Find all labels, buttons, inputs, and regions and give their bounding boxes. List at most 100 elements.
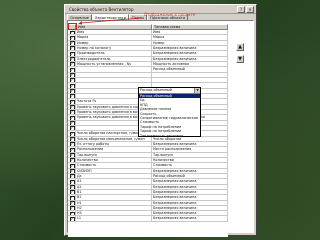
chevron-down-icon[interactable]: ▼ [194, 88, 200, 93]
row-type[interactable]: Расход объемный [152, 67, 228, 72]
row-name: L1 [76, 216, 152, 221]
row-name: Расположение [76, 147, 152, 152]
visibility-checkbox[interactable] [68, 131, 76, 136]
visibility-checkbox[interactable] [68, 56, 76, 61]
visibility-checkbox[interactable] [68, 125, 76, 131]
row-type[interactable]: Расход объемный [152, 173, 228, 179]
row-name: В1 [76, 189, 152, 195]
row-name: Мощность установленная , Nу [76, 61, 152, 67]
visibility-checkbox[interactable] [68, 168, 76, 173]
checkbox-checked-icon [69, 41, 75, 45]
row-name [76, 77, 152, 83]
visibility-checkbox[interactable] [68, 120, 76, 125]
window-title: Свойства объекта Вентилятор [69, 7, 134, 12]
visibility-checkbox[interactable] [68, 173, 76, 179]
checkbox-checked-icon [69, 206, 75, 211]
checkbox-checked-icon [69, 164, 75, 168]
dropdown-value: Расход объемный [140, 88, 172, 92]
visibility-checkbox[interactable] [68, 72, 76, 77]
checkbox-checked-icon [69, 73, 75, 77]
visibility-checkbox[interactable] [68, 35, 76, 40]
visibility-checkbox[interactable] [68, 184, 76, 189]
row-type[interactable]: Количество [152, 157, 228, 163]
visibility-checkbox[interactable] [68, 104, 76, 109]
row-type[interactable]: Место расположения [152, 147, 228, 152]
row-type[interactable]: Безразмерная величина [152, 189, 228, 195]
visibility-checkbox[interactable] [68, 45, 76, 51]
visibility-checkbox[interactable] [68, 40, 76, 45]
visibility-checkbox[interactable] [68, 157, 76, 163]
row-type[interactable]: Марка [152, 35, 228, 40]
visibility-checkbox[interactable] [68, 93, 76, 99]
row-type[interactable]: Стоимость [152, 163, 228, 168]
close-button[interactable]: × [246, 6, 254, 13]
row-type[interactable]: Безразмерная величина [152, 200, 228, 205]
visibility-checkbox[interactable] [68, 200, 76, 205]
checkbox-checked-icon [69, 36, 75, 40]
visibility-checkbox[interactable] [68, 51, 76, 56]
row-name [76, 67, 152, 72]
visibility-checkbox[interactable] [68, 109, 76, 115]
visibility-checkbox[interactable] [68, 136, 76, 141]
row-type[interactable]: Безразмерная величина [152, 195, 228, 200]
row-type[interactable]: Безразмерная величина [152, 51, 228, 56]
row-name: СИЗИЭП [76, 168, 152, 173]
checkbox-checked-icon [69, 180, 75, 184]
row-type[interactable] [152, 72, 228, 77]
checkbox-checked-icon [69, 190, 75, 195]
visibility-checkbox[interactable] [68, 216, 76, 221]
checkbox-checked-icon [69, 132, 75, 136]
checkbox-checked-icon [69, 52, 75, 56]
arrow-down-icon: ▼ [238, 56, 242, 62]
row-type[interactable]: Безразмерная величина [152, 205, 228, 211]
visibility-checkbox[interactable] [68, 115, 76, 120]
checkbox-checked-icon [69, 78, 75, 83]
visibility-checkbox[interactable] [68, 152, 76, 157]
checkbox-checked-icon [69, 84, 75, 88]
visibility-checkbox[interactable] [68, 99, 76, 104]
move-up-button[interactable]: ▲ [236, 43, 244, 51]
table-row[interactable]: L1Безразмерная величина [68, 216, 228, 222]
row-type[interactable]: Безразмерная величина [152, 168, 228, 173]
visibility-checkbox[interactable] [68, 61, 76, 67]
checkbox-checked-icon [69, 195, 75, 200]
checkbox-checked-icon [69, 148, 75, 152]
row-type[interactable]: Безразмерная величина [152, 141, 228, 147]
row-type[interactable]: Безразмерная величина [152, 179, 228, 184]
row-type[interactable]: Имя [152, 30, 228, 35]
row-type[interactable]: Тар.выпуск [152, 152, 228, 157]
checkbox-checked-icon [69, 126, 75, 131]
visibility-checkbox[interactable] [68, 189, 76, 195]
visibility-checkbox[interactable] [68, 147, 76, 152]
row-type[interactable]: Безразмерная величина [152, 216, 228, 221]
type-dropdown[interactable]: Расход объемный ▼ Расход объемный Ед. КПД Д… [138, 87, 201, 138]
arrow-up-icon: ▲ [238, 44, 242, 50]
checkbox-checked-icon [69, 30, 75, 35]
move-down-button[interactable]: ▼ [236, 55, 244, 63]
dropdown-list: Расход объемный Ед. КПД Давление полное Скор… [139, 94, 200, 138]
visibility-checkbox[interactable] [68, 211, 76, 216]
row-type[interactable]: Безразмерная величина [152, 184, 228, 189]
row-name: Номер по каталогу [76, 45, 152, 51]
checkbox-checked-icon [69, 153, 75, 157]
row-type[interactable]: Безразмерная величина [152, 45, 228, 51]
visibility-checkbox[interactable] [68, 67, 76, 72]
highlight-box [68, 23, 77, 30]
visibility-checkbox[interactable] [68, 205, 76, 211]
visibility-checkbox[interactable] [68, 83, 76, 88]
dropdown-option[interactable]: Теплоемкость тепловая [139, 134, 200, 138]
visibility-checkbox[interactable] [68, 30, 76, 35]
visibility-checkbox[interactable] [68, 88, 76, 93]
row-type[interactable]: Безразмерная величина [152, 56, 228, 61]
row-type[interactable]: Безразмерная величина [152, 211, 228, 216]
visibility-checkbox[interactable] [68, 141, 76, 147]
visibility-checkbox[interactable] [68, 163, 76, 168]
visibility-checkbox[interactable] [68, 77, 76, 83]
row-type[interactable] [152, 77, 228, 83]
row-type[interactable]: Номер [152, 40, 228, 45]
row-type[interactable]: Мощность активная [152, 61, 228, 67]
visibility-checkbox[interactable] [68, 195, 76, 200]
visibility-checkbox[interactable] [68, 179, 76, 184]
help-button[interactable]: ? [237, 6, 245, 13]
row-name: Н1 [76, 200, 152, 205]
